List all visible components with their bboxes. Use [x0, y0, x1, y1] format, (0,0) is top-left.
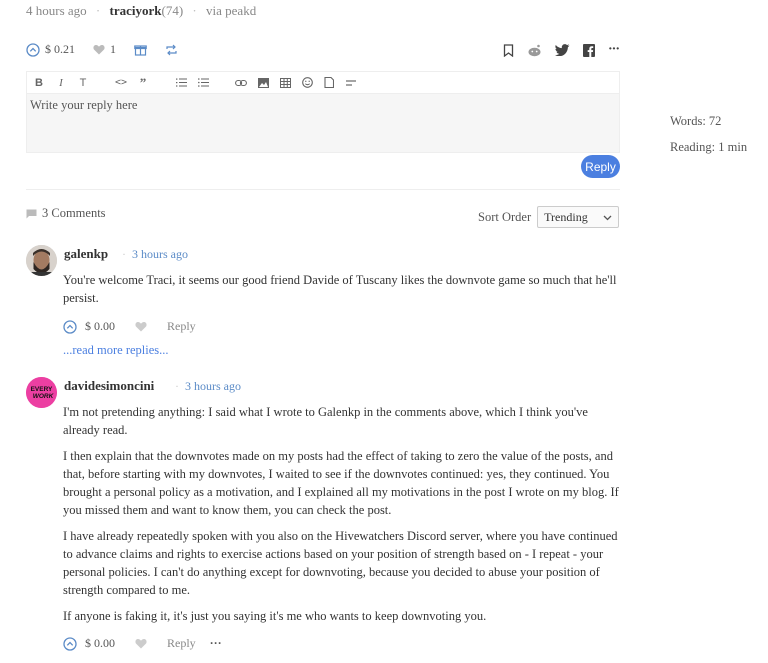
post-payout[interactable]: $ 0.21	[45, 42, 75, 57]
read-more-replies-link[interactable]: ...read more replies...	[63, 343, 169, 358]
comment-actions: $ 0.00 Reply	[63, 319, 196, 334]
snippet-icon[interactable]	[323, 77, 335, 88]
code-icon[interactable]: <>	[115, 77, 127, 88]
comment-paragraph: I then explain that the downvotes made o…	[63, 449, 619, 517]
avatar-logo-text: WORK	[33, 393, 55, 400]
comment-paragraph: You're welcome Traci, it seems our good …	[63, 273, 617, 305]
author-reputation: (74)	[161, 3, 184, 18]
table-icon[interactable]	[279, 77, 291, 88]
unordered-list-icon[interactable]	[197, 78, 209, 87]
reading-time: Reading: 1 min	[670, 140, 748, 154]
ordered-list-icon[interactable]	[175, 78, 187, 87]
avatar[interactable]	[26, 245, 57, 276]
comment-paragraph: I'm not pretending anything: I said what…	[63, 405, 588, 437]
comment-time[interactable]: · 3 hours ago	[175, 379, 241, 394]
comment-time-text[interactable]: 3 hours ago	[132, 247, 188, 261]
divider	[26, 189, 620, 190]
comment-options-icon[interactable]: ···	[210, 636, 222, 651]
comment-body: You're welcome Traci, it seems our good …	[63, 271, 619, 315]
comment-reply-button[interactable]: Reply	[167, 636, 196, 651]
gift-icon[interactable]	[134, 43, 147, 56]
comment-reply-button[interactable]: Reply	[167, 319, 196, 334]
reblog-group	[165, 44, 178, 56]
comment-body: I'm not pretending anything: I said what…	[63, 403, 619, 633]
reply-textarea[interactable]: Write your reply here	[27, 94, 619, 117]
bold-icon[interactable]: B	[33, 77, 45, 89]
comment-paragraph: I have already repeatedly spoken with yo…	[63, 529, 618, 597]
heart-icon[interactable]	[135, 638, 147, 649]
word-count: Words: 72	[670, 114, 722, 128]
sort-value: Trending	[544, 209, 588, 224]
gift-group	[134, 43, 147, 56]
sort-label: Sort Order	[478, 209, 532, 224]
comment-icon	[26, 209, 37, 219]
heart-icon[interactable]	[93, 44, 105, 55]
reddit-icon[interactable]	[527, 44, 542, 57]
sort-select[interactable]: Trending	[537, 206, 620, 228]
avatar-logo-text: EVERY	[31, 386, 53, 393]
share-bar: ···	[503, 42, 620, 58]
avatar[interactable]: EVERY WORK	[26, 377, 57, 408]
chevron-down-icon	[603, 210, 612, 225]
separator: ·	[95, 3, 101, 18]
editor-toolbar: B I T <> ”	[27, 72, 619, 94]
post-meta: 4 hours ago · traciyork(74) · via peakd	[26, 3, 256, 19]
upvote-group: $ 0.21	[26, 42, 75, 57]
separator: ·	[192, 3, 197, 18]
comment-payout[interactable]: $ 0.00	[85, 636, 115, 651]
votes-group: 1	[93, 42, 116, 57]
post-time: 4 hours ago	[26, 3, 87, 18]
comment-payout[interactable]: $ 0.00	[85, 319, 115, 334]
comment-author[interactable]: davidesimoncini	[64, 378, 154, 394]
reply-editor: B I T <> ” Write your reply here	[26, 71, 620, 153]
comment-time-text[interactable]: 3 hours ago	[185, 379, 241, 393]
upvote-icon[interactable]	[63, 636, 77, 651]
more-options-icon[interactable]: ···	[608, 42, 620, 58]
bookmark-icon[interactable]	[503, 43, 514, 57]
post-via: via peakd	[206, 3, 257, 18]
heart-icon[interactable]	[135, 321, 147, 332]
comment-paragraph: If anyone is faking it, it's just you sa…	[63, 609, 487, 623]
upvote-icon[interactable]	[26, 42, 40, 57]
emoji-icon[interactable]	[301, 77, 313, 88]
quote-icon[interactable]: ”	[137, 75, 149, 91]
heading-icon[interactable]: T	[77, 77, 89, 89]
comment-actions: $ 0.00 Reply ···	[63, 636, 222, 651]
post-author[interactable]: traciyork	[110, 3, 162, 18]
comments-count-label: 3 Comments	[42, 206, 106, 220]
comments-count: 3 Comments	[26, 206, 106, 221]
twitter-icon[interactable]	[555, 44, 570, 56]
image-icon[interactable]	[257, 77, 269, 88]
sort-control: Sort Order Trending	[478, 206, 620, 228]
post-action-bar: $ 0.21 1	[26, 42, 196, 57]
link-icon[interactable]	[235, 79, 247, 87]
upvote-icon[interactable]	[63, 319, 77, 334]
reply-button[interactable]: Reply	[581, 155, 620, 178]
reblog-icon[interactable]	[165, 44, 178, 56]
comment-author[interactable]: galenkp	[64, 246, 108, 262]
facebook-icon[interactable]	[583, 43, 595, 57]
align-icon[interactable]	[345, 79, 357, 86]
vote-count[interactable]: 1	[110, 42, 116, 57]
italic-icon[interactable]: I	[55, 77, 67, 89]
comment-time[interactable]: · 3 hours ago	[122, 247, 188, 262]
